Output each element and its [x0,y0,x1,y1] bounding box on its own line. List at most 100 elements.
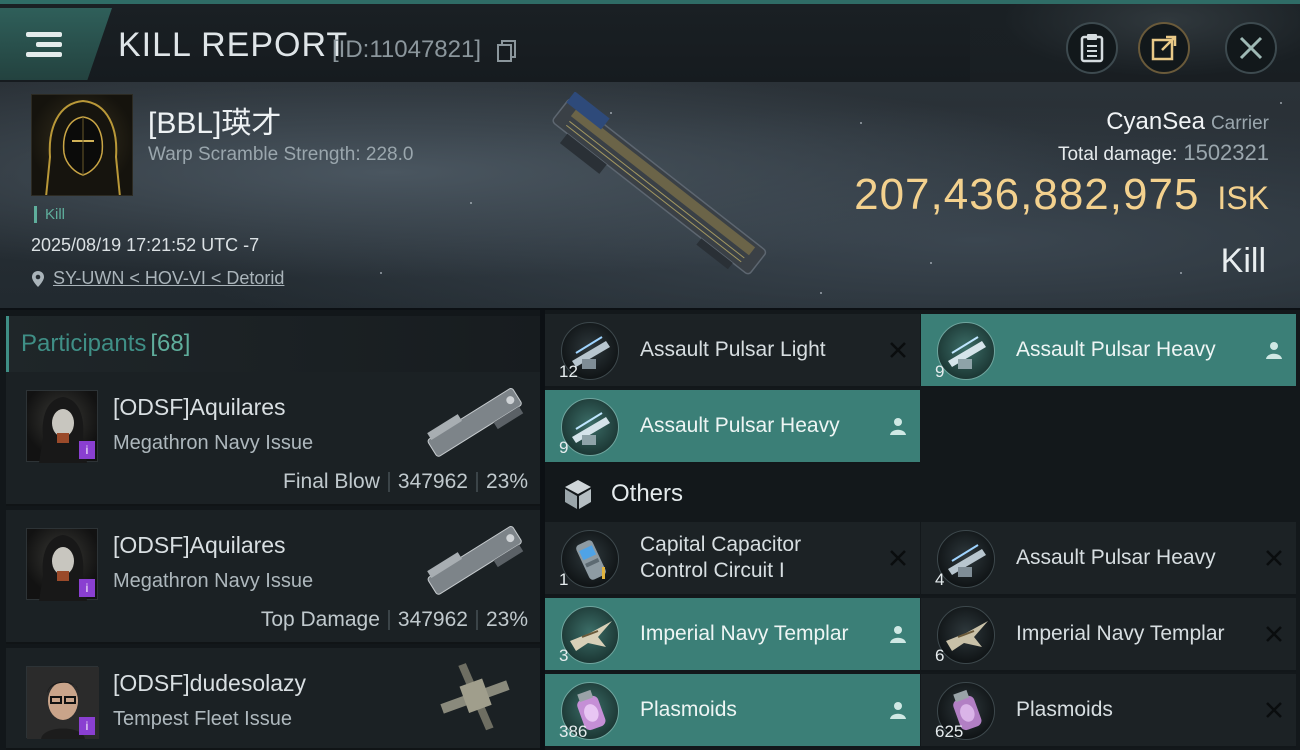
participants-header: Participants [68] [6,316,540,372]
corp-badge-icon: i [79,441,95,459]
participant-damage: 347962 [397,608,468,631]
turret-icon [937,530,995,588]
item-name: Assault Pulsar Heavy [1016,338,1216,361]
report-id: [ID:11047821] [332,36,482,63]
item-quantity: 6 [935,646,945,665]
header-bar: KILL REPORT [ID:11047821] [0,0,1300,86]
victim-banner: [BBL]瑛才 Warp Scramble Strength: 228.0 Ki… [0,82,1300,308]
stats-divider [475,610,478,631]
close-icon [1239,36,1263,60]
item-row[interactable]: 9 Assault Pulsar Heavy [921,314,1296,388]
location-text[interactable]: SY-UWN < HOV-VI < Detorid [53,268,284,289]
clipboard-icon [1080,34,1104,63]
total-damage-label: Total damage: [1057,144,1178,165]
person-icon [890,626,906,643]
fighter-drone-icon [937,606,995,664]
item-quantity: 9 [935,362,945,381]
participant-avatar[interactable]: i [26,390,98,463]
item-name: Plasmoids [640,698,737,721]
participant-ship: Megathron Navy Issue [113,570,314,592]
participant-card[interactable]: i [ODSF]dudesolazy Tempest Fleet Issue [6,648,540,750]
close-button[interactable] [1225,22,1277,74]
item-quantity: 3 [559,646,569,665]
fighter-drone-icon [561,606,619,664]
person-icon [890,418,906,435]
corp-badge-icon: i [79,717,95,735]
participant-avatar[interactable]: i [26,666,99,739]
stats-divider [387,610,390,631]
kill-tag: Kill [34,206,65,223]
participant-ship: Megathron Navy Issue [113,432,314,454]
participants-count: [68] [150,330,191,357]
item-row[interactable]: 6 Imperial Navy Templar [921,598,1296,672]
participant-role: Final Blow [283,470,380,493]
item-name: Capital Capacitor Control Circuit I [640,533,802,582]
menu-button[interactable] [0,8,112,80]
item-name: Assault Pulsar Light [640,338,826,361]
clipboard-button[interactable] [1066,22,1118,74]
page-title: KILL REPORT [118,26,349,64]
participant-percent: 23% [485,608,528,631]
item-row[interactable]: 9 Assault Pulsar Heavy [545,390,920,464]
participant-name: [ODSF]Aquilares [113,394,286,420]
destroyed-icon [890,342,906,358]
result-label: Kill [1220,242,1266,280]
person-icon [890,702,906,719]
victim-ship-image [552,92,767,275]
items-panel: 12 Assault Pulsar Light 9 Assault Pulsar… [545,310,1300,750]
item-row[interactable]: 625 Plasmoids [921,674,1296,748]
item-name: Plasmoids [1016,698,1113,721]
item-row[interactable]: 386 Plasmoids [545,674,920,748]
corp-badge-icon: i [79,579,95,597]
participant-stats: Final Blow 347962 23% [283,470,528,494]
participant-stats: Top Damage 347962 23% [261,608,528,632]
total-damage: Total damage: 1502321 [1058,140,1269,166]
warp-scramble-strength: Warp Scramble Strength: 228.0 [148,144,414,165]
participant-role: Top Damage [260,608,380,631]
item-row[interactable]: 3 Imperial Navy Templar [545,598,920,672]
participant-name: [ODSF]Aquilares [113,532,286,558]
item-name: Imperial Navy Templar [640,622,849,645]
item-row[interactable]: 12 Assault Pulsar Light [545,314,920,388]
item-name: Imperial Navy Templar [1016,622,1225,645]
item-quantity: 625 [935,722,964,741]
copy-icon[interactable] [497,40,517,62]
share-button[interactable] [1138,22,1190,74]
victim-name: [BBL]瑛才 [148,107,282,140]
item-quantity: 386 [559,722,588,741]
item-row[interactable]: 4 Assault Pulsar Heavy [921,522,1296,596]
item-name: Assault Pulsar Heavy [640,414,840,437]
participant-name: [ODSF]dudesolazy [113,670,307,696]
item-quantity: 4 [935,570,945,589]
participant-ship-image [427,526,524,595]
item-quantity: 9 [559,438,569,457]
hamburger-icon [26,27,62,62]
participant-ship-image [427,388,524,457]
kill-timestamp: 2025/08/19 17:21:52 UTC -7 [31,235,260,255]
victim-avatar[interactable] [31,94,133,196]
participant-damage: 347962 [397,470,468,493]
total-damage-value: 1502321 [1183,140,1269,165]
item-row[interactable]: 1 Capital Capacitor Control Circuit I [545,522,920,596]
item-quantity: 1 [559,570,569,589]
capacitor-module-icon [561,530,619,588]
participant-card[interactable]: i [ODSF]Aquilares Megathron Navy Issue T… [6,510,540,644]
turret-icon [561,398,619,456]
killer-ship-class: Carrier [1210,113,1269,134]
item-name: Assault Pulsar Heavy [1016,546,1216,569]
destroyed-icon [1266,550,1282,566]
participant-avatar[interactable]: i [26,528,98,601]
participant-card[interactable]: i [ODSF]Aquilares Megathron Navy Issue F… [6,372,540,506]
participant-ship-image [440,663,510,731]
killer-info: CyanSea Carrier [1106,108,1269,136]
stats-divider [475,472,478,493]
participant-percent: 23% [485,470,528,493]
item-quantity: 12 [559,362,578,381]
killer-name[interactable]: CyanSea [1106,108,1205,135]
destroyed-icon [1266,702,1282,718]
location-link[interactable]: SY-UWN < HOV-VI < Detorid [31,268,284,289]
hooded-figure-icon [45,99,121,195]
destroyed-icon [1266,626,1282,642]
others-label: Others [611,480,684,507]
destroyed-icon [890,550,906,566]
